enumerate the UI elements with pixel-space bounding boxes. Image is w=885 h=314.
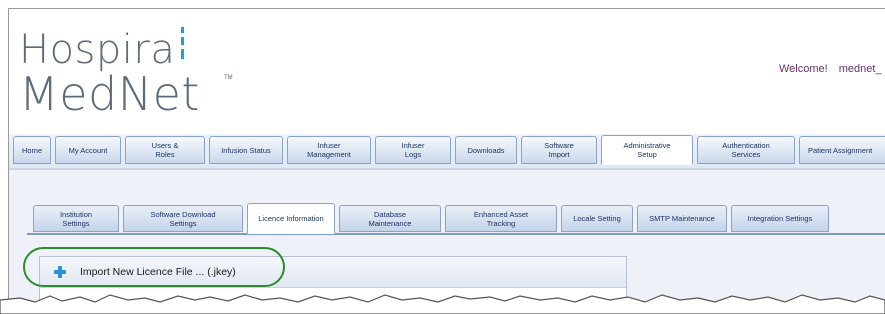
tab-software-import[interactable]: Software Import (521, 136, 597, 164)
tab-downloads[interactable]: Downloads (455, 136, 517, 164)
subtab-licence-information[interactable]: Licence Information (247, 203, 335, 234)
tab-authentication-services[interactable]: Authentication Services (697, 136, 795, 164)
tab-my-account[interactable]: My Account (55, 136, 121, 164)
tab-infuser-logs[interactable]: Infuser Logs (375, 136, 451, 164)
welcome-message: Welcome! mednet_ (779, 63, 882, 75)
main-tab-bar: Home My Account Users & Roles Infusion S… (9, 134, 885, 170)
highlight-annotation (23, 247, 285, 287)
torn-paper-edge (0, 294, 885, 314)
subtab-institution-settings[interactable]: Institution Settings (33, 205, 119, 232)
subtab-locale-setting[interactable]: Locale Setting (561, 205, 633, 232)
tab-infuser-management[interactable]: Infuser Management (287, 136, 371, 164)
tab-patient-assignment[interactable]: Patient Assignment (799, 136, 885, 164)
subtab-enhanced-asset-tracking[interactable]: Enhanced Asset Tracking (445, 205, 557, 232)
logo-trademark: TM (224, 75, 233, 81)
welcome-label: Welcome! (779, 63, 828, 75)
hospira-mednet-logo: Hospira MedNet TM (19, 27, 259, 121)
tab-administrative-setup[interactable]: Administrative Setup (601, 135, 693, 165)
logo-text-line2: MedNet (19, 67, 200, 121)
subtab-database-maintenance[interactable]: Database Maintenance (339, 205, 441, 232)
tab-home[interactable]: Home (13, 136, 51, 164)
logo-bars-icon (181, 27, 185, 71)
subtab-smtp-maintenance[interactable]: SMTP Maintenance (637, 205, 727, 232)
sub-tab-bar: Institution Settings Software Download S… (27, 200, 885, 235)
tab-infusion-status[interactable]: Infusion Status (209, 136, 283, 164)
tab-users-roles[interactable]: Users & Roles (125, 136, 205, 164)
subtab-software-download-settings[interactable]: Software Download Settings (123, 205, 243, 232)
subtab-integration-settings[interactable]: Integration Settings (731, 205, 829, 232)
username-label: mednet_ (838, 63, 882, 75)
